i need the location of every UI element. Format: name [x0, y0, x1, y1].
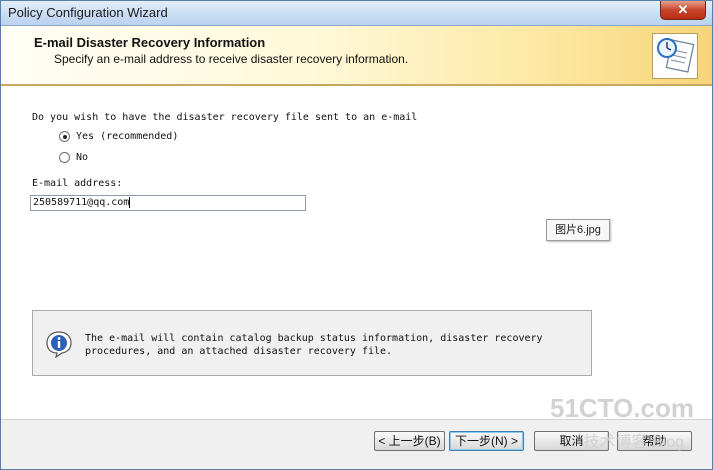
next-button[interactable]: 下一步(N) > [449, 431, 524, 451]
email-question: Do you wish to have the disaster recover… [32, 112, 418, 123]
radio-yes-label: Yes (recommended) [76, 131, 179, 142]
back-button[interactable]: < 上一步(B) [374, 431, 445, 451]
text-caret [129, 196, 131, 208]
radio-no[interactable] [59, 152, 70, 163]
report-clock-icon [652, 33, 698, 79]
info-text: The e-mail will contain catalog backup s… [85, 332, 543, 358]
radio-no-row[interactable]: No [59, 152, 88, 163]
page-title: E-mail Disaster Recovery Information [34, 35, 266, 50]
window-title: Policy Configuration Wizard [8, 5, 168, 20]
info-text-line1: The e-mail will contain catalog backup s… [85, 333, 543, 344]
info-text-line2: procedures, and an attached disaster rec… [85, 346, 393, 357]
close-button[interactable]: ✕ [660, 1, 706, 20]
email-label: E-mail address: [32, 178, 123, 189]
wizard-content: Do you wish to have the disaster recover… [1, 86, 712, 419]
wizard-window: Policy Configuration Wizard ✕ E-mail Dis… [0, 0, 713, 470]
email-field[interactable]: 250589711@qq.com [30, 195, 306, 211]
title-bar: Policy Configuration Wizard ✕ [1, 1, 712, 26]
email-value: 250589711@qq.com [33, 197, 130, 208]
info-panel: The e-mail will contain catalog backup s… [32, 310, 592, 376]
radio-yes[interactable] [59, 131, 70, 142]
wizard-header: E-mail Disaster Recovery Information Spe… [1, 26, 712, 86]
radio-no-label: No [76, 152, 89, 163]
info-icon [45, 330, 73, 359]
radio-yes-row[interactable]: Yes (recommended) [59, 131, 178, 142]
image-caption-tag: 图片6.jpg [546, 219, 610, 241]
watermark-caption: 技术博客 Blog [583, 434, 684, 451]
watermark-logo: 51CTO.com [549, 393, 694, 423]
page-subtitle: Specify an e-mail address to receive dis… [54, 52, 409, 66]
